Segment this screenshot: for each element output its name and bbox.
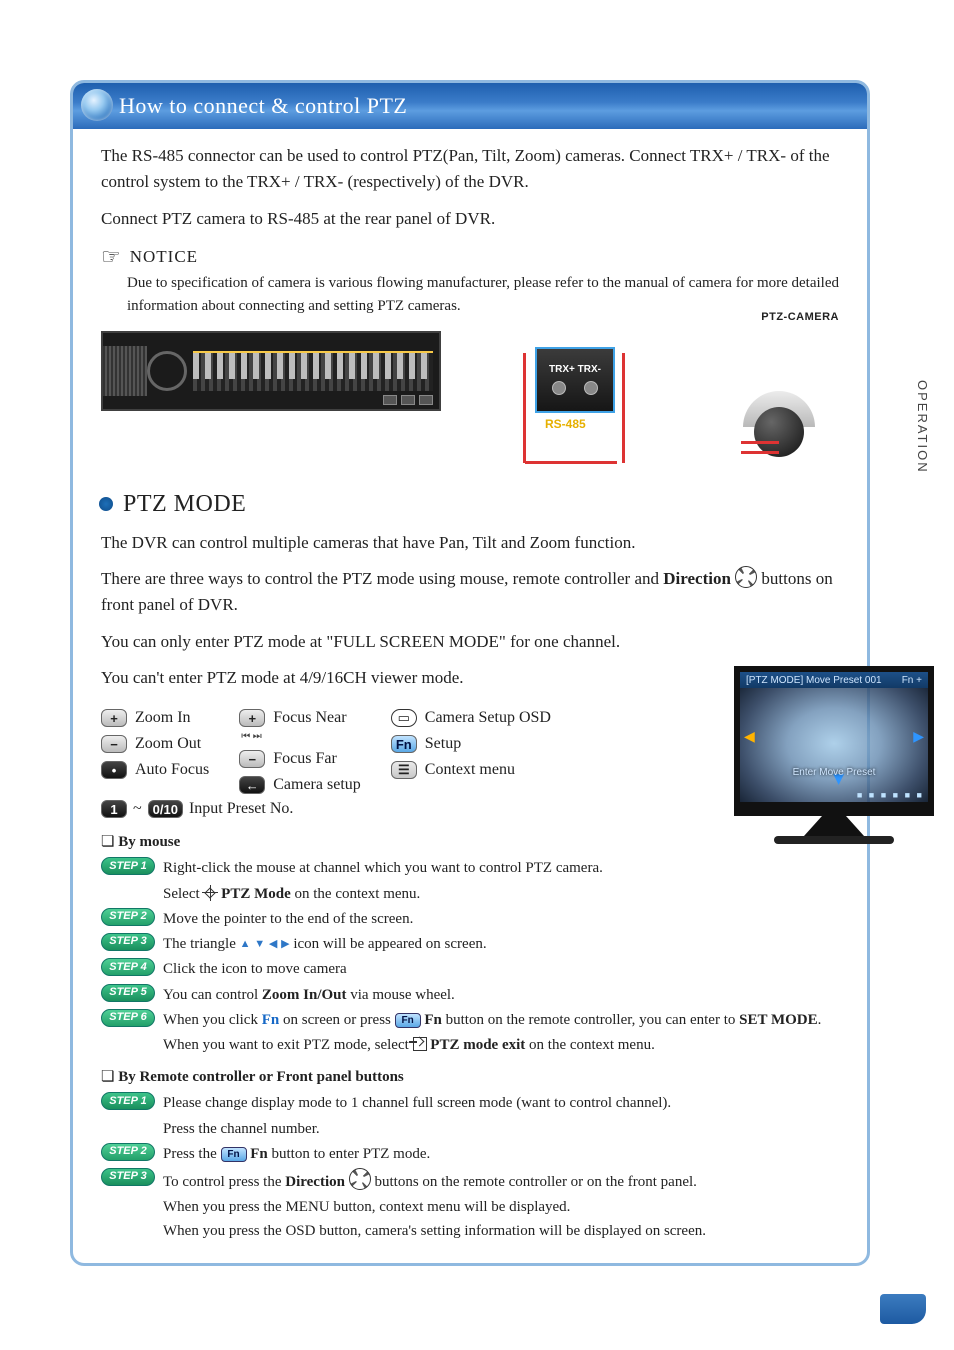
- page-corner-decoration: [880, 1294, 926, 1324]
- notice-label: NOTICE: [130, 247, 198, 267]
- by-mouse-heading: By mouse: [101, 832, 839, 851]
- camera-osd-label: Camera Setup OSD: [425, 709, 551, 727]
- pointing-hand-icon: ☞: [101, 246, 122, 268]
- banner-bullet-icon: [81, 89, 113, 121]
- step-badge: STEP 1: [101, 857, 155, 875]
- key-010-icon: 0/10: [148, 800, 183, 818]
- key-plus-icon: +: [101, 709, 127, 727]
- direction-pad-icon: [349, 1168, 371, 1190]
- dvr-back-panel-illustration: [101, 331, 441, 411]
- key-plus2-icon: +: [239, 709, 265, 727]
- step-badge: STEP 3: [101, 933, 155, 951]
- step-badge: STEP 6: [101, 1009, 155, 1027]
- key-minus2-icon: −: [239, 750, 265, 768]
- notice-body: Due to specification of camera is variou…: [127, 272, 839, 319]
- zoom-in-label: Zoom In: [135, 709, 191, 727]
- key-minus-icon: −: [101, 735, 127, 753]
- intro-paragraph-1: The RS-485 connector can be used to cont…: [101, 143, 839, 196]
- notice-heading: ☞ NOTICE: [101, 246, 839, 268]
- triangle-up-icon: ▲: [240, 938, 251, 950]
- step-badge: STEP 3: [101, 1168, 155, 1186]
- step-badge: STEP 1: [101, 1092, 155, 1110]
- ptzmode-p1: The DVR can control multiple cameras tha…: [101, 530, 839, 556]
- banner-title: How to connect & control PTZ: [119, 93, 407, 119]
- triangle-left-icon: ◀: [269, 938, 277, 950]
- preset-row: 1 ~ 0/10 Input Preset No.: [101, 800, 839, 818]
- key-fn-icon: Fn: [391, 735, 417, 753]
- ptzmode-p2: There are three ways to control the PTZ …: [101, 566, 839, 619]
- setup-label: Setup: [425, 735, 461, 753]
- step-badge: STEP 2: [101, 1143, 155, 1161]
- key-left-icon: [239, 776, 265, 794]
- ptzmode-p3: You can only enter PTZ mode at "FULL SCR…: [101, 629, 839, 655]
- monitor-preview: [PTZ MODE] Move Preset 001 Fn + ◀ ▶ ▶ En…: [734, 666, 934, 844]
- tv-status-text: Enter Move Preset: [740, 767, 928, 778]
- zoom-out-label: Zoom Out: [135, 735, 201, 753]
- ptz-exit-icon: [413, 1037, 427, 1051]
- focus-far-label: Focus Far: [273, 750, 337, 768]
- trx-label: TRX+ TRX-: [549, 364, 601, 375]
- key-osd-icon: [391, 709, 417, 727]
- ptz-mode-title: PTZ MODE: [123, 491, 246, 518]
- step-badge: STEP 5: [101, 984, 155, 1002]
- camera-setup-label: Camera setup: [273, 776, 361, 794]
- fn-key-inline-icon: Fn: [395, 1013, 421, 1028]
- by-remote-heading: By Remote controller or Front panel butt…: [101, 1067, 839, 1086]
- ptz-camera-label: PTZ-CAMERA: [761, 311, 839, 323]
- triangle-right-icon: ▶: [281, 938, 289, 950]
- context-menu-label: Context menu: [425, 761, 515, 779]
- key-1-icon: 1: [101, 800, 127, 818]
- tv-triangle-right-icon: ▶: [913, 728, 924, 745]
- tv-bar-left: [PTZ MODE] Move Preset 001: [746, 675, 882, 686]
- remote-key-legend: +Zoom In −Zoom Out •Auto Focus +Focus Ne…: [101, 709, 661, 794]
- tv-triangle-left-icon: ◀: [744, 728, 755, 745]
- rs485-label: RS-485: [545, 417, 586, 431]
- step-badge: STEP 2: [101, 908, 155, 926]
- auto-focus-label: Auto Focus: [135, 761, 209, 779]
- ptzmode-p4: You can't enter PTZ mode at 4/9/16CH vie…: [101, 665, 839, 691]
- intro-paragraph-2: Connect PTZ camera to RS-485 at the rear…: [101, 206, 839, 232]
- section-bullet-icon: [99, 497, 113, 511]
- tv-bar-right: Fn +: [902, 675, 922, 686]
- direction-pad-icon: [735, 566, 757, 588]
- side-tab-operation: OPERATION: [915, 380, 930, 474]
- triangle-down-icon: ▼: [254, 938, 265, 950]
- section-banner: How to connect & control PTZ: [73, 83, 867, 129]
- tv-footer-icons: ■ ■ ■ ■ ■ ■: [857, 790, 924, 800]
- rs485-block-illustration: TRX+ TRX- RS-485: [485, 331, 665, 451]
- key-menu-icon: ☰: [391, 761, 417, 779]
- ptz-mode-icon: [203, 886, 217, 900]
- wiring-diagram: TRX+ TRX- RS-485 PTZ-CAMERA: [101, 331, 839, 471]
- focus-near-label: Focus Near: [273, 709, 346, 727]
- preset-label: Input Preset No.: [189, 800, 293, 818]
- fn-key-inline-icon: Fn: [221, 1147, 247, 1162]
- step-badge: STEP 4: [101, 958, 155, 976]
- key-dot-icon: •: [101, 761, 127, 779]
- small-transport-icons: ⏮ ⏭: [241, 731, 361, 742]
